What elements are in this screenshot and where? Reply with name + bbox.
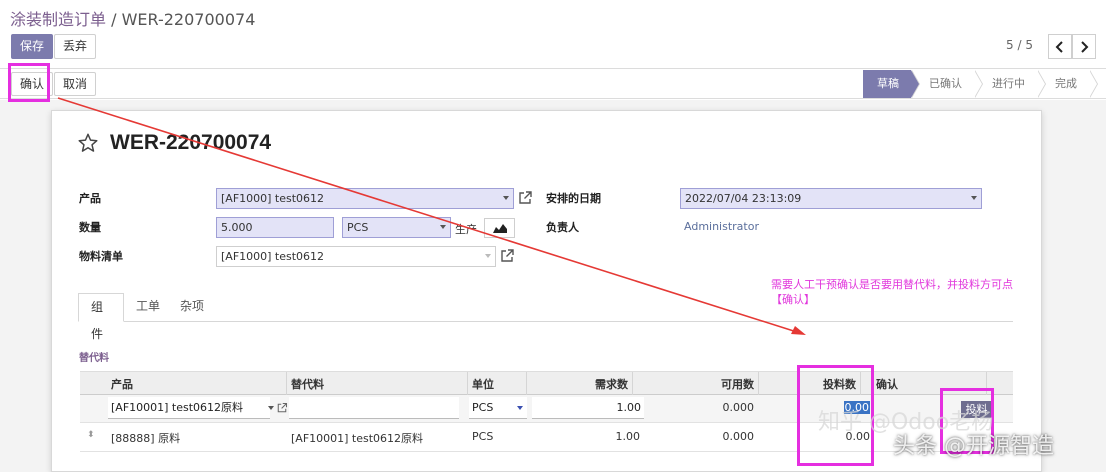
chevron-down-icon bbox=[971, 196, 977, 200]
table-header: 产品 替代料 单位 需求数 可用数 投料数 确认 bbox=[80, 371, 1013, 396]
breadcrumb-parent-link[interactable]: 涂装制造订单 bbox=[10, 10, 106, 29]
section-title: 替代料 bbox=[79, 353, 109, 364]
row-available-value: 0.000 bbox=[722, 430, 755, 443]
watermark-toutiao: 头条 @开源智造 bbox=[893, 434, 1054, 459]
control-panel: 涂装制造订单 / WER-220700074 保存 丢弃 5 / 5 bbox=[0, 0, 1106, 69]
column-header-feed[interactable]: 投料数 bbox=[762, 376, 856, 392]
drag-handle-icon[interactable]: ⬍ bbox=[87, 430, 95, 440]
breadcrumb-separator: / bbox=[106, 10, 122, 29]
column-header-confirm[interactable]: 确认 bbox=[876, 376, 898, 392]
column-divider bbox=[467, 372, 468, 396]
quantity-label: 数量 bbox=[79, 221, 101, 234]
column-divider bbox=[526, 372, 527, 396]
product-value: [AF1000] test0612 bbox=[221, 192, 325, 205]
scheduled-date-label: 安排的日期 bbox=[546, 192, 601, 205]
scheduled-date-field[interactable]: 2022/07/04 23:13:09 bbox=[680, 188, 982, 209]
column-divider bbox=[986, 372, 987, 396]
chevron-down-icon bbox=[485, 254, 491, 258]
chevron-down-icon bbox=[503, 196, 509, 200]
stage-draft: 草稿 bbox=[863, 70, 920, 98]
row-required-input[interactable]: 1.00 bbox=[532, 397, 644, 419]
column-divider bbox=[632, 372, 633, 396]
tab-misc[interactable]: 杂项 bbox=[168, 293, 216, 322]
row-required-value: 1.00 bbox=[615, 430, 641, 443]
tab-work-orders[interactable]: 工单 bbox=[124, 293, 172, 322]
bom-label: 物料清单 bbox=[79, 250, 123, 263]
column-divider bbox=[286, 372, 287, 396]
row-substitute-value: [AF10001] test0612原料 bbox=[291, 432, 424, 445]
pager-value: 5 / 5 bbox=[1006, 38, 1033, 52]
row-uom-value: PCS bbox=[472, 430, 494, 443]
notebook-tabs: 组件 工单 杂项 bbox=[78, 293, 1013, 341]
row-substitute-input[interactable] bbox=[289, 397, 459, 419]
chevron-down-icon bbox=[268, 406, 274, 410]
produce-label: 生产 bbox=[455, 223, 477, 236]
column-divider bbox=[860, 372, 861, 396]
product-label: 产品 bbox=[79, 192, 101, 205]
status-bar: 确认 取消 草稿 已确认 进行中 完成 bbox=[0, 69, 1106, 99]
row-available-value: 0.000 bbox=[722, 401, 755, 414]
confirm-button[interactable]: 确认 bbox=[11, 72, 54, 96]
uom-field[interactable]: PCS bbox=[342, 217, 451, 238]
row-uom-input[interactable]: PCS bbox=[469, 397, 527, 419]
stage-pipeline: 草稿 已确认 进行中 完成 bbox=[863, 70, 1098, 98]
column-header-uom[interactable]: 单位 bbox=[472, 376, 494, 392]
pager-next-button[interactable] bbox=[1072, 34, 1096, 59]
product-field[interactable]: [AF1000] test0612 bbox=[216, 188, 514, 209]
cancel-button[interactable]: 取消 bbox=[54, 72, 97, 96]
responsible-value[interactable]: Administrator bbox=[684, 220, 759, 233]
row-product-value: [88888] 原料 bbox=[111, 432, 181, 445]
breadcrumb-current: WER-220700074 bbox=[121, 10, 256, 29]
chevron-right-icon bbox=[1081, 41, 1089, 53]
stage-in-progress: 进行中 bbox=[974, 70, 1046, 98]
column-header-available[interactable]: 可用数 bbox=[636, 376, 754, 392]
column-header-substitute[interactable]: 替代料 bbox=[291, 376, 324, 392]
external-link-icon[interactable] bbox=[276, 402, 288, 414]
stage-confirmed: 已确认 bbox=[911, 70, 983, 98]
external-link-icon[interactable] bbox=[517, 190, 533, 206]
external-link-icon[interactable] bbox=[499, 248, 515, 264]
column-divider bbox=[758, 372, 759, 396]
discard-button[interactable]: 丢弃 bbox=[54, 34, 97, 59]
column-header-required[interactable]: 需求数 bbox=[530, 376, 628, 392]
bom-value: [AF1000] test0612 bbox=[221, 250, 325, 263]
pager-prev-button[interactable] bbox=[1048, 34, 1072, 59]
forecast-button[interactable] bbox=[484, 218, 515, 238]
row-product-input[interactable]: [AF10001] test0612原料 bbox=[108, 397, 274, 419]
area-chart-icon bbox=[493, 224, 507, 233]
chevron-down-icon bbox=[517, 406, 523, 410]
responsible-label: 负责人 bbox=[546, 221, 579, 234]
uom-value: PCS bbox=[347, 221, 369, 234]
scheduled-date-value: 2022/07/04 23:13:09 bbox=[685, 192, 802, 205]
chevron-left-icon bbox=[1055, 41, 1063, 53]
record-title: WER-220700074 bbox=[110, 131, 272, 154]
tab-components[interactable]: 组件 bbox=[78, 293, 124, 341]
breadcrumb: 涂装制造订单 / WER-220700074 bbox=[10, 6, 255, 30]
save-button[interactable]: 保存 bbox=[11, 34, 54, 59]
quantity-field[interactable]: 5.000 bbox=[216, 217, 334, 238]
star-icon[interactable] bbox=[77, 132, 99, 154]
bom-field[interactable]: [AF1000] test0612 bbox=[216, 246, 496, 267]
column-header-product[interactable]: 产品 bbox=[111, 376, 133, 392]
row-uom-value: PCS bbox=[472, 401, 494, 414]
row-product-value: [AF10001] test0612原料 bbox=[111, 401, 244, 414]
chevron-down-icon bbox=[440, 225, 446, 229]
